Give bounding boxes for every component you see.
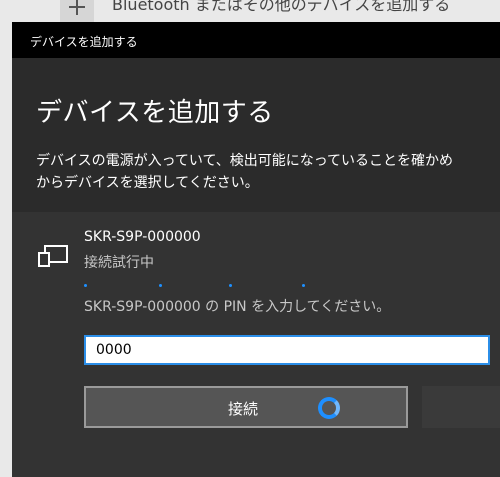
background-left-strip — [0, 22, 12, 477]
dialog-title: デバイスを追加する — [30, 35, 138, 49]
connect-button[interactable]: 接続 — [84, 386, 408, 428]
progress-dot — [229, 284, 232, 287]
dialog-description: デバイスの電源が入っていて、検出可能になっていることを確かめ からデバイスを選択… — [36, 150, 500, 194]
dialog-titlebar: デバイスを追加する — [12, 22, 500, 58]
progress-dot — [159, 284, 162, 287]
device-list-item[interactable]: SKR-S9P-000000 接続試行中 SKR-S9P-000000 の PI… — [12, 212, 500, 477]
progress-dots — [84, 284, 344, 290]
device-status: 接続試行中 — [84, 255, 154, 271]
background-add-device-text: Bluetooth またはその他のデバイスを追加する — [112, 0, 451, 14]
background-settings-strip: Bluetooth またはその他のデバイスを追加する — [0, 0, 500, 22]
connect-label: 接続 — [228, 400, 259, 418]
plus-icon[interactable] — [60, 0, 94, 22]
dialog-heading: デバイスを追加する — [36, 98, 274, 128]
description-line-1: デバイスの電源が入っていて、検出可能になっていることを確かめ — [36, 153, 454, 169]
progress-dot — [84, 284, 87, 287]
description-line-2: からデバイスを選択してください。 — [36, 175, 259, 191]
add-device-dialog: デバイスを追加する デバイスを追加する デバイスの電源が入っていて、検出可能にな… — [12, 22, 500, 477]
cancel-button[interactable] — [422, 386, 500, 428]
pin-input[interactable] — [84, 335, 490, 365]
pin-prompt: SKR-S9P-000000 の PIN を入力してください。 — [84, 299, 391, 315]
device-name: SKR-S9P-000000 — [84, 229, 201, 245]
device-icon — [38, 245, 68, 267]
progress-dot — [302, 284, 305, 287]
loading-spinner-icon — [318, 397, 340, 419]
